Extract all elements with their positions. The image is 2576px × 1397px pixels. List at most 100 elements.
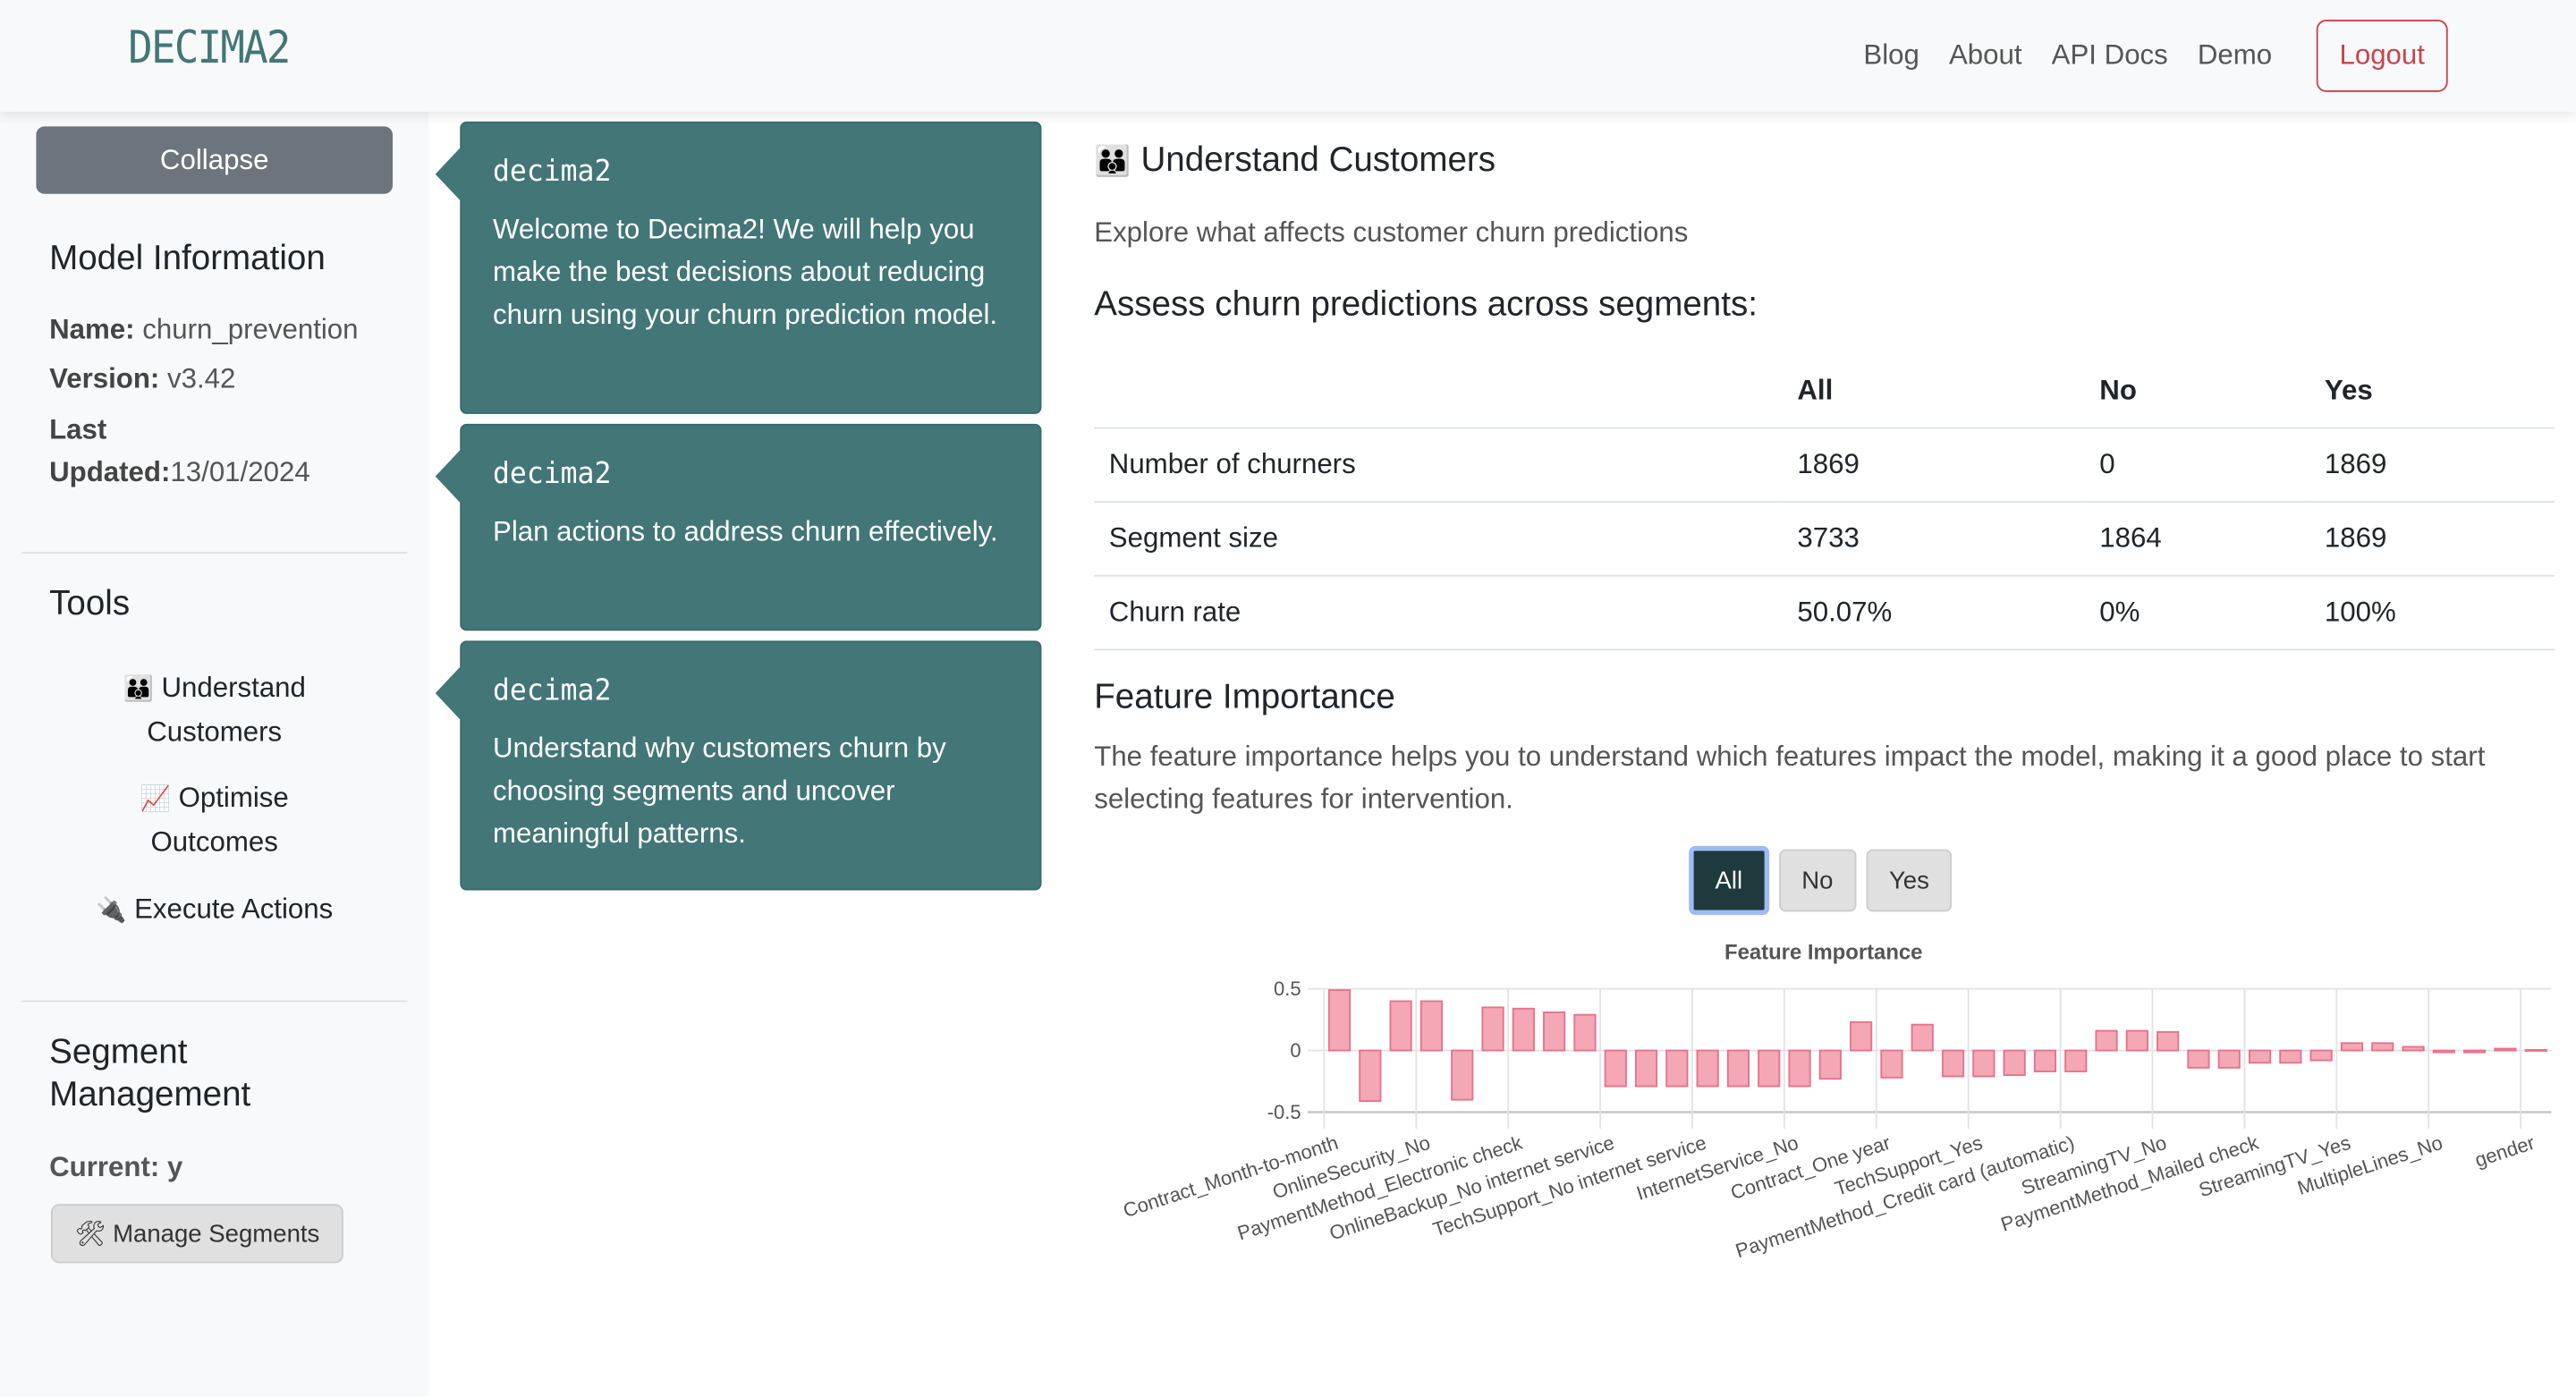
chart-bar[interactable]	[1850, 1020, 1873, 1052]
chat-author: decima2	[493, 673, 612, 708]
chart-bar[interactable]	[2371, 1042, 2394, 1052]
chart-bar[interactable]	[1419, 1000, 1444, 1052]
table-cell: 1869	[1782, 428, 2085, 504]
chart-bar[interactable]	[2033, 1049, 2057, 1072]
chart-bar[interactable]	[2432, 1049, 2455, 1054]
chart-y-tick-label: 0	[1290, 1039, 1301, 1062]
nav-link-about[interactable]: About	[1949, 39, 2022, 72]
table-cell: 0%	[2084, 575, 2310, 651]
chart-bar[interactable]	[1696, 1049, 1719, 1088]
sidebar-item-optimise-outcomes[interactable]: 📈 Optimise Outcomes	[0, 777, 428, 864]
chart-bar[interactable]	[1758, 1049, 1781, 1088]
chart-bar[interactable]	[2463, 1049, 2487, 1054]
model-name-label: Name:	[49, 313, 135, 345]
sidebar-item-execute-actions[interactable]: 🔌 Execute Actions	[0, 889, 428, 934]
sidebar-item-label: Execute Actions	[134, 893, 334, 926]
chart-bars	[1327, 989, 2547, 1102]
chart-bar[interactable]	[2125, 1029, 2148, 1052]
table-row: Segment size 3733 1864 1869	[1094, 502, 2555, 577]
segment-button-all[interactable]: All	[1689, 845, 1769, 916]
chart-bar[interactable]	[1573, 1013, 1597, 1052]
feature-importance-heading: Feature Importance	[1094, 678, 1395, 716]
chart-bar[interactable]	[1880, 1049, 1903, 1079]
brand-logo[interactable]: DECIMA2	[128, 23, 291, 74]
chart-bar[interactable]	[1788, 1049, 1811, 1088]
model-updated-label-2: Updated:	[49, 456, 171, 488]
page-title-text: Understand Customers	[1140, 140, 1496, 180]
chart-bar[interactable]	[2279, 1049, 2302, 1064]
chat-message: decima2 Understand why customers churn b…	[435, 640, 1042, 891]
chart-bar[interactable]	[2095, 1029, 2118, 1052]
chat-message: decima2 Plan actions to address churn ef…	[435, 423, 1042, 631]
chart-bar[interactable]	[1972, 1049, 1996, 1078]
chart-bar[interactable]	[1911, 1023, 1934, 1052]
feature-importance-description: The feature importance helps you to unde…	[1094, 741, 2486, 816]
chart-y-axis: 0.5 0 -0.5	[1267, 978, 1301, 1123]
sidebar-item-label: Outcomes	[150, 826, 278, 858]
sidebar-divider	[21, 1000, 408, 1003]
model-updated: Last Updated:13/01/2024	[49, 409, 402, 495]
nav-link-demo[interactable]: Demo	[2198, 39, 2272, 72]
chart-bar[interactable]	[2157, 1030, 2180, 1052]
chart-bar[interactable]	[2494, 1047, 2517, 1052]
chart-bar[interactable]	[1665, 1049, 1689, 1088]
chart-bar[interactable]	[2248, 1049, 2272, 1064]
chart-bar[interactable]	[1941, 1049, 1965, 1078]
chart-bar[interactable]	[1481, 1006, 1504, 1052]
chart-bar[interactable]	[1604, 1049, 1627, 1088]
table-cell: 1864	[2084, 502, 2310, 577]
table-cell: 0	[2084, 428, 2310, 504]
model-updated-label-1: Last	[49, 413, 107, 445]
table-cell: 3733	[1782, 502, 2085, 577]
feature-importance-chart: Feature Importance 0.5 0 -0.5 Contract_Mon…	[1121, 941, 2552, 1263]
chart-bar[interactable]	[2187, 1049, 2210, 1069]
segment-table: All No Yes Number of churners 1869 0 186…	[1094, 354, 2555, 651]
chart-bar[interactable]	[2340, 1042, 2364, 1052]
chart-bar[interactable]	[1451, 1049, 1474, 1101]
chart-bar[interactable]	[1634, 1049, 1658, 1088]
table-row: Number of churners 1869 0 1869	[1094, 428, 2555, 504]
page-subtitle: Explore what affects customer churn pred…	[1094, 216, 1689, 249]
chat-author: decima2	[493, 154, 612, 190]
chart-bar[interactable]	[2402, 1046, 2425, 1052]
tools-heading: Tools	[49, 584, 131, 623]
navbar: DECIMA2 Blog About API Docs Demo Logout	[0, 0, 2576, 112]
chart-bar[interactable]	[1359, 1049, 1382, 1102]
chart-bar[interactable]	[2309, 1049, 2333, 1062]
chart-x-axis: Contract_Month-to-monthOnlineSecurity_No…	[1121, 1131, 2538, 1263]
chart-bar[interactable]	[1818, 1049, 1842, 1080]
chart-bar[interactable]	[2003, 1049, 2026, 1077]
model-name-value: churn_prevention	[142, 313, 359, 345]
segment-button-no[interactable]: No	[1778, 849, 1857, 912]
chart-bar[interactable]	[1327, 989, 1352, 1052]
chart-bar[interactable]	[1543, 1011, 1566, 1052]
model-updated-value: 13/01/2024	[170, 456, 310, 488]
table-cell: 1869	[2309, 502, 2555, 577]
table-row: Churn rate 50.07% 0% 100%	[1094, 575, 2555, 651]
chart-bar[interactable]	[1389, 1000, 1412, 1052]
chart-bar[interactable]	[2064, 1049, 2088, 1072]
chart-bar[interactable]	[2524, 1048, 2547, 1052]
table-header	[1094, 354, 1783, 429]
page-title: 👪 Understand Customers	[1094, 141, 1496, 181]
current-segment-value: y	[166, 1151, 183, 1183]
family-icon: 👪	[123, 674, 154, 704]
table-header: All	[1782, 354, 2085, 429]
tools-icon: 🛠	[74, 1220, 106, 1249]
chart-bar[interactable]	[2217, 1049, 2241, 1069]
table-header: No	[2084, 354, 2310, 429]
nav-link-api-docs[interactable]: API Docs	[2052, 39, 2168, 72]
chart-bar[interactable]	[1512, 1007, 1535, 1052]
table-cell: 100%	[2309, 575, 2555, 651]
table-cell: 50.07%	[1782, 575, 2085, 651]
chart-bar[interactable]	[1726, 1049, 1750, 1088]
manage-segments-button[interactable]: 🛠 Manage Segments	[50, 1204, 343, 1264]
sidebar-item-understand-customers[interactable]: 👪 Understand Customers	[0, 667, 428, 754]
segment-button-yes[interactable]: Yes	[1866, 849, 1953, 912]
manage-segments-label: Manage Segments	[113, 1220, 320, 1249]
model-version: Version: v3.42	[49, 358, 402, 401]
nav-link-blog[interactable]: Blog	[1863, 39, 1919, 72]
segment-heading-line2: Management	[49, 1076, 251, 1114]
collapse-button[interactable]: Collapse	[36, 126, 393, 194]
logout-button[interactable]: Logout	[2316, 20, 2448, 92]
